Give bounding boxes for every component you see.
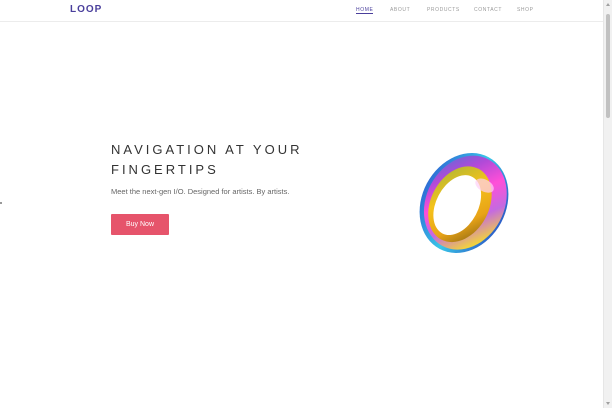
scroll-down-icon[interactable] bbox=[606, 402, 610, 405]
hero-title-line-1: NAVIGATION AT YOUR bbox=[111, 142, 303, 157]
page: LOOP HOME ABOUT PRODUCTS CONTACT SHOP NA… bbox=[0, 0, 604, 408]
vertical-scrollbar[interactable] bbox=[603, 0, 612, 408]
buy-now-button[interactable]: Buy Now bbox=[111, 214, 169, 235]
nav-item-contact[interactable]: CONTACT bbox=[474, 7, 502, 13]
scrollbar-thumb[interactable] bbox=[606, 14, 610, 118]
top-navbar: LOOP HOME ABOUT PRODUCTS CONTACT SHOP bbox=[0, 0, 604, 22]
brand-logo[interactable]: LOOP bbox=[70, 4, 102, 15]
ring-icon bbox=[419, 153, 509, 253]
nav-item-products[interactable]: PRODUCTS bbox=[427, 7, 460, 13]
hero-title: NAVIGATION AT YOUR FINGERTIPS bbox=[111, 140, 351, 180]
hero-subtitle: Meet the next-gen I/O. Designed for arti… bbox=[111, 187, 290, 196]
nav-item-about[interactable]: ABOUT bbox=[390, 7, 410, 13]
edge-marker bbox=[0, 202, 2, 204]
nav-item-shop[interactable]: SHOP bbox=[517, 7, 534, 13]
nav-active-underline bbox=[356, 13, 373, 14]
ring-image bbox=[412, 148, 516, 263]
scroll-up-icon[interactable] bbox=[606, 3, 610, 6]
hero-title-line-2: FINGERTIPS bbox=[111, 162, 219, 177]
